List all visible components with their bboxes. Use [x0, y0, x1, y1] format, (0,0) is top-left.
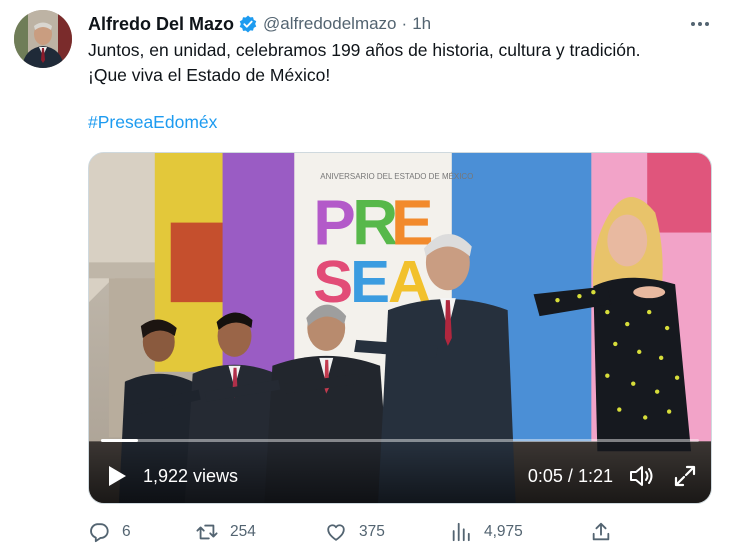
tweet-header: Alfredo Del Mazo @alfredodelmazo · 1h	[88, 12, 718, 36]
video-time: 0:05 / 1:21	[528, 466, 613, 487]
video-elapsed-time: 0:05	[527, 466, 563, 486]
fullscreen-icon[interactable]	[673, 464, 697, 488]
views-count: 4,975	[484, 523, 523, 540]
tweet-text: Juntos, en unidad, celebramos 199 años d…	[88, 38, 708, 88]
volume-icon[interactable]	[629, 464, 655, 488]
reply-icon	[90, 523, 109, 543]
video-player[interactable]: P R E S E A ANIVERSARIO DEL ESTADO DE MÉ…	[88, 152, 712, 504]
video-progress-fill	[101, 439, 139, 442]
hashtag-link[interactable]: #PreseaEdoméx	[88, 112, 217, 133]
retweet-icon	[196, 524, 218, 540]
separator-dot: ·	[401, 14, 408, 33]
like-button[interactable]: 375	[325, 518, 385, 546]
video-total-time: 1:21	[577, 466, 613, 486]
banner-small-text: ANIVERSARIO DEL ESTADO DE MÉXICO	[320, 172, 473, 181]
reply-count: 6	[122, 523, 131, 540]
tweet-text-line-2: ¡Que viva el Estado de México!	[88, 65, 331, 85]
retweet-count: 254	[230, 523, 256, 540]
author-handle[interactable]: @alfredodelmazo	[263, 14, 397, 34]
tweet-action-bar: 6 254 375 4,975	[88, 518, 618, 546]
share-button[interactable]	[590, 518, 624, 546]
retweet-button[interactable]: 254	[196, 518, 256, 546]
author-avatar[interactable]	[14, 10, 72, 68]
share-icon	[592, 522, 610, 541]
video-progress-bar[interactable]	[101, 439, 699, 442]
video-time-separator: /	[567, 466, 573, 486]
banner-letter: E	[350, 248, 390, 315]
tweet-text-line-1: Juntos, en unidad, celebramos 199 años d…	[88, 40, 641, 60]
video-view-count: 1,922 views	[143, 466, 239, 486]
analytics-icon	[452, 522, 470, 542]
views-button[interactable]: 4,975	[450, 518, 523, 546]
like-count: 375	[359, 523, 385, 540]
tweet-timestamp[interactable]: 1h	[412, 14, 431, 34]
heart-icon	[327, 524, 345, 541]
more-options-icon[interactable]	[686, 10, 714, 38]
play-icon[interactable]	[107, 465, 127, 487]
banner-letter: S	[313, 248, 353, 315]
verified-badge-icon	[239, 15, 257, 33]
author-name[interactable]: Alfredo Del Mazo	[88, 14, 234, 35]
reply-button[interactable]: 6	[88, 518, 131, 546]
